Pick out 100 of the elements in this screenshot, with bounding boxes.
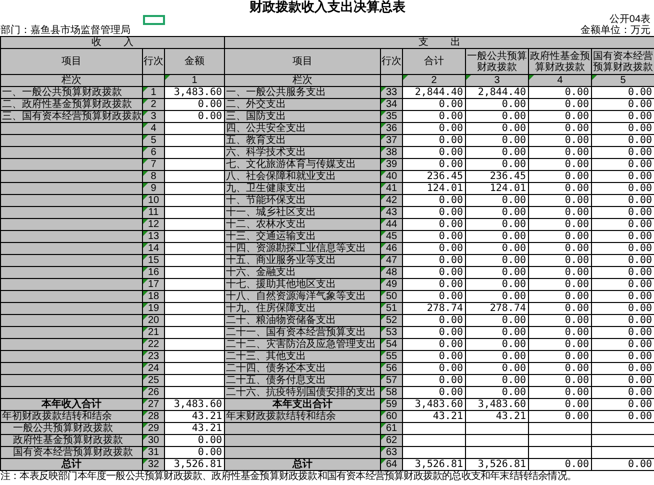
corner-triangle-icon — [143, 183, 148, 188]
amount-cell: 0.00 — [592, 314, 654, 326]
amount-cell — [528, 446, 592, 458]
amount-cell: 2,844.40 — [402, 86, 466, 98]
amount-cell: 0.00 — [528, 350, 592, 362]
corner-triangle-icon — [143, 327, 148, 332]
item-cell: 十六、金融支出 — [224, 266, 380, 278]
column-number: 2 — [402, 74, 466, 86]
amount-cell: 0.00 — [528, 302, 592, 314]
amount-cell: 0.00 — [402, 146, 466, 158]
item-cell: 四、公共安全支出 — [224, 122, 380, 134]
item-cell: 政府性基金预算财政拨款 — [0, 434, 142, 446]
amount-cell: 0.00 — [592, 134, 654, 146]
corner-triangle-icon — [381, 255, 386, 260]
amount-cell: 0.00 — [528, 386, 592, 398]
amount-cell: 3,526.81 — [402, 458, 466, 470]
column-header: 项目 — [224, 48, 380, 74]
unit-label: 金额单位：万元 — [580, 25, 651, 36]
amount-cell: 0.00 — [402, 290, 466, 302]
amount-cell: 43.21 — [466, 410, 528, 422]
corner-triangle-icon — [143, 411, 148, 416]
amount-cell: 0.00 — [402, 98, 466, 110]
corner-triangle-icon — [381, 387, 386, 392]
amount-cell: 0.00 — [592, 410, 654, 422]
column-header: 国有资本经营预算财政拨款 — [592, 48, 654, 74]
cell-cursor — [142, 14, 164, 24]
amount-cell: 0.00 — [402, 386, 466, 398]
corner-triangle-icon — [143, 363, 148, 368]
amount-cell: 0.00 — [528, 290, 592, 302]
department-label: 部门：嘉鱼县市场监督管理局 — [0, 25, 130, 36]
corner-triangle-icon — [143, 375, 148, 380]
amount-cell: 0.00 — [466, 218, 528, 230]
corner-triangle-icon — [143, 267, 148, 272]
item-cell: 本年支出合计 — [224, 398, 380, 410]
amount-cell: 3,526.81 — [164, 458, 224, 470]
amount-cell: 236.45 — [466, 170, 528, 182]
amount-cell: 0.00 — [592, 98, 654, 110]
corner-triangle-icon — [381, 111, 386, 116]
amount-cell: 0.00 — [528, 314, 592, 326]
amount-cell: 0.00 — [528, 218, 592, 230]
amount-cell — [164, 266, 224, 278]
corner-triangle-icon — [381, 399, 386, 404]
corner-triangle-icon — [381, 327, 386, 332]
amount-cell — [164, 146, 224, 158]
amount-cell — [164, 254, 224, 266]
amount-cell — [466, 446, 528, 458]
column-number: 5 — [592, 74, 654, 86]
amount-cell: 0.00 — [528, 182, 592, 194]
amount-cell: 0.00 — [592, 218, 654, 230]
item-cell: 一、一般公共服务支出 — [224, 86, 380, 98]
amount-cell: 0.00 — [466, 98, 528, 110]
amount-cell: 0.00 — [528, 230, 592, 242]
corner-triangle-icon — [381, 183, 386, 188]
amount-cell: 0.00 — [402, 122, 466, 134]
amount-cell — [402, 422, 466, 434]
corner-triangle-icon — [466, 75, 471, 80]
corner-triangle-icon — [143, 195, 148, 200]
amount-cell: 0.00 — [528, 458, 592, 470]
corner-triangle-icon — [381, 147, 386, 152]
amount-cell — [164, 230, 224, 242]
amount-cell: 0.00 — [402, 134, 466, 146]
corner-triangle-icon — [381, 303, 386, 308]
corner-triangle-icon — [381, 99, 386, 104]
amount-cell: 0.00 — [592, 206, 654, 218]
amount-cell: 0.00 — [466, 290, 528, 302]
item-cell: 十四、资源勘探工业信息等支出 — [224, 242, 380, 254]
item-cell: 二十三、其他支出 — [224, 350, 380, 362]
corner-triangle-icon — [381, 291, 386, 296]
column-header: 行次 — [380, 48, 402, 74]
amount-cell: 0.00 — [528, 338, 592, 350]
item-cell: 年末财政拨款结转和结余 — [224, 410, 380, 422]
item-cell: 国有资本经营预算财政拨款 — [0, 446, 142, 458]
corner-triangle-icon — [381, 279, 386, 284]
amount-cell: 0.00 — [402, 338, 466, 350]
corner-triangle-icon — [529, 75, 534, 80]
amount-cell: 0.00 — [528, 266, 592, 278]
amount-cell — [164, 122, 224, 134]
amount-cell: 0.00 — [466, 230, 528, 242]
corner-triangle-icon — [381, 219, 386, 224]
corner-triangle-icon — [143, 99, 148, 104]
amount-cell: 0.00 — [592, 170, 654, 182]
amount-cell: 0.00 — [592, 110, 654, 122]
item-cell: 本年收入合计 — [0, 398, 142, 410]
amount-cell — [164, 170, 224, 182]
amount-cell: 0.00 — [592, 242, 654, 254]
item-cell: 二、外交支出 — [224, 98, 380, 110]
corner-triangle-icon — [381, 135, 386, 140]
amount-cell: 0.00 — [592, 374, 654, 386]
corner-triangle-icon — [381, 123, 386, 128]
expense-header: 支 出 — [224, 36, 654, 48]
amount-cell: 0.00 — [466, 206, 528, 218]
amount-cell — [164, 314, 224, 326]
amount-cell: 3,483.60 — [402, 398, 466, 410]
amount-cell: 0.00 — [528, 398, 592, 410]
amount-cell: 0.00 — [592, 146, 654, 158]
amount-cell — [592, 446, 654, 458]
item-cell: 十九、住房保障支出 — [224, 302, 380, 314]
amount-cell: 0.00 — [466, 266, 528, 278]
amount-cell: 0.00 — [402, 242, 466, 254]
item-cell: 八、社会保障和就业支出 — [224, 170, 380, 182]
